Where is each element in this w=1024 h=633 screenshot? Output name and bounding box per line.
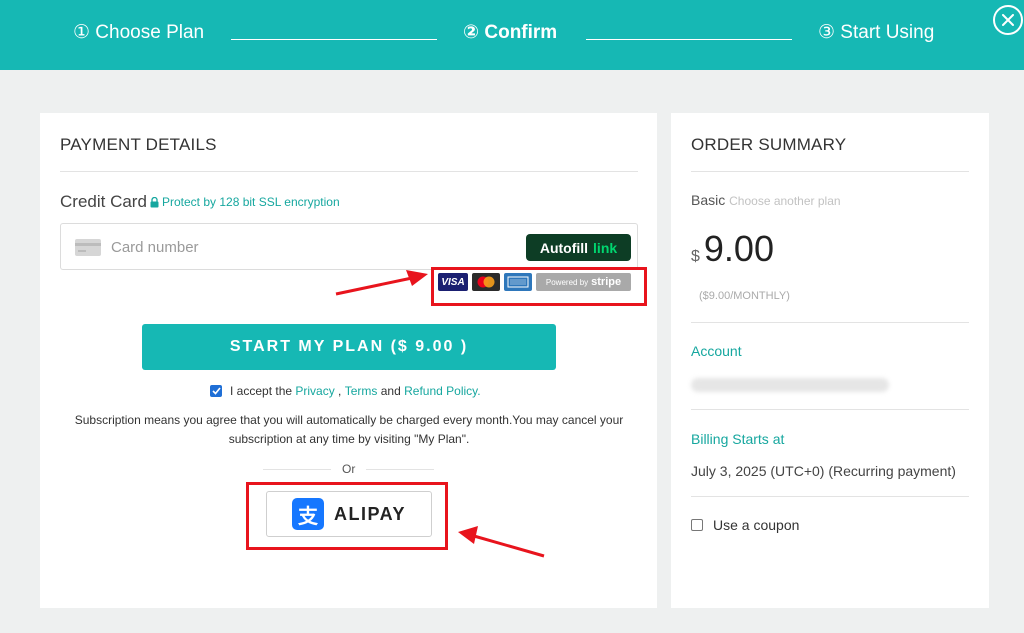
or-divider-left <box>263 469 331 470</box>
start-my-plan-button[interactable]: START MY PLAN ($ 9.00 ) <box>142 324 556 370</box>
subscription-note: Subscription means you agree that you wi… <box>74 413 624 446</box>
billing-date: July 3, 2025 (UTC+0) (Recurring payment) <box>691 463 956 479</box>
mastercard-logo <box>472 273 500 291</box>
arrow-icon <box>458 526 545 558</box>
arrow-icon <box>335 270 428 296</box>
order-summary-title: ORDER SUMMARY <box>691 135 847 154</box>
order-summary-panel: ORDER SUMMARY Basic Choose another plan … <box>671 113 989 608</box>
lock-icon <box>150 196 159 207</box>
visa-logo: VISA <box>438 273 468 291</box>
divider <box>60 171 638 172</box>
checkmark-icon <box>211 387 221 395</box>
or-text: Or <box>342 462 356 476</box>
account-label: Account <box>691 343 742 359</box>
card-number-input[interactable]: Card number Autofill link <box>60 223 638 270</box>
divider <box>691 409 969 410</box>
stripe-name: stripe <box>591 276 622 288</box>
plan-row: Basic Choose another plan <box>691 192 841 208</box>
step-start-using: ③ Start Using <box>818 22 935 43</box>
privacy-link[interactable]: Privacy <box>295 384 334 398</box>
autofill-link-button[interactable]: Autofill link <box>526 234 631 261</box>
alipay-button[interactable]: 支 ALIPAY <box>266 491 432 537</box>
coupon-row: Use a coupon <box>691 517 799 533</box>
accept-checkbox[interactable] <box>210 385 222 397</box>
currency-symbol: $ <box>691 248 700 265</box>
or-divider-right <box>366 469 434 470</box>
card-brand-logos: VISA Powered by stripe <box>438 273 631 291</box>
step-header: ① Choose Plan ② Confirm ③ Start Using <box>0 0 1024 70</box>
payment-title: PAYMENT DETAILS <box>60 135 217 154</box>
accept-and: and <box>377 384 405 398</box>
price-amount: 9.00 <box>703 228 774 269</box>
account-value-blurred <box>691 378 889 392</box>
coupon-checkbox[interactable] <box>691 519 703 531</box>
accept-separator: , <box>334 384 345 398</box>
choose-another-plan-link[interactable]: Choose another plan <box>729 194 840 208</box>
terms-link[interactable]: Terms <box>345 384 378 398</box>
ssl-note-text: Protect by 128 bit SSL encryption <box>162 195 340 209</box>
amex-logo <box>504 273 532 291</box>
link-brand-text: link <box>593 239 618 256</box>
step-divider <box>231 39 437 40</box>
accept-prefix: I accept the <box>230 384 296 398</box>
credit-card-icon <box>75 239 101 256</box>
accept-terms-row: I accept the Privacy , Terms and Refund … <box>210 384 481 398</box>
close-icon <box>1002 14 1014 26</box>
plan-name: Basic <box>691 192 726 208</box>
alipay-label: ALIPAY <box>333 503 407 524</box>
price: $ 9.00 <box>691 228 774 270</box>
credit-card-label: Credit Card <box>60 192 147 211</box>
divider <box>691 496 969 497</box>
stripe-powered-text: Powered by <box>545 277 589 287</box>
price-per-month: ($9.00/MONTHLY) <box>699 290 790 302</box>
alipay-icon: 支 <box>291 498 324 530</box>
refund-policy-link[interactable]: Refund Policy. <box>404 384 480 398</box>
card-number-placeholder: Card number <box>111 239 199 256</box>
step-divider <box>586 39 792 40</box>
step-choose-plan: ① Choose Plan <box>73 22 205 43</box>
divider <box>691 171 969 172</box>
close-button[interactable] <box>993 5 1023 35</box>
coupon-label: Use a coupon <box>713 517 800 533</box>
step-confirm: ② Confirm <box>463 22 558 43</box>
ssl-note: Protect by 128 bit SSL encryption <box>150 195 340 209</box>
powered-by-stripe-logo: Powered by stripe <box>536 273 631 291</box>
billing-starts-label: Billing Starts at <box>691 431 785 447</box>
payment-details-panel: PAYMENT DETAILS Credit Card Protect by 1… <box>40 113 657 608</box>
autofill-text: Autofill <box>539 239 589 256</box>
divider <box>691 322 969 323</box>
